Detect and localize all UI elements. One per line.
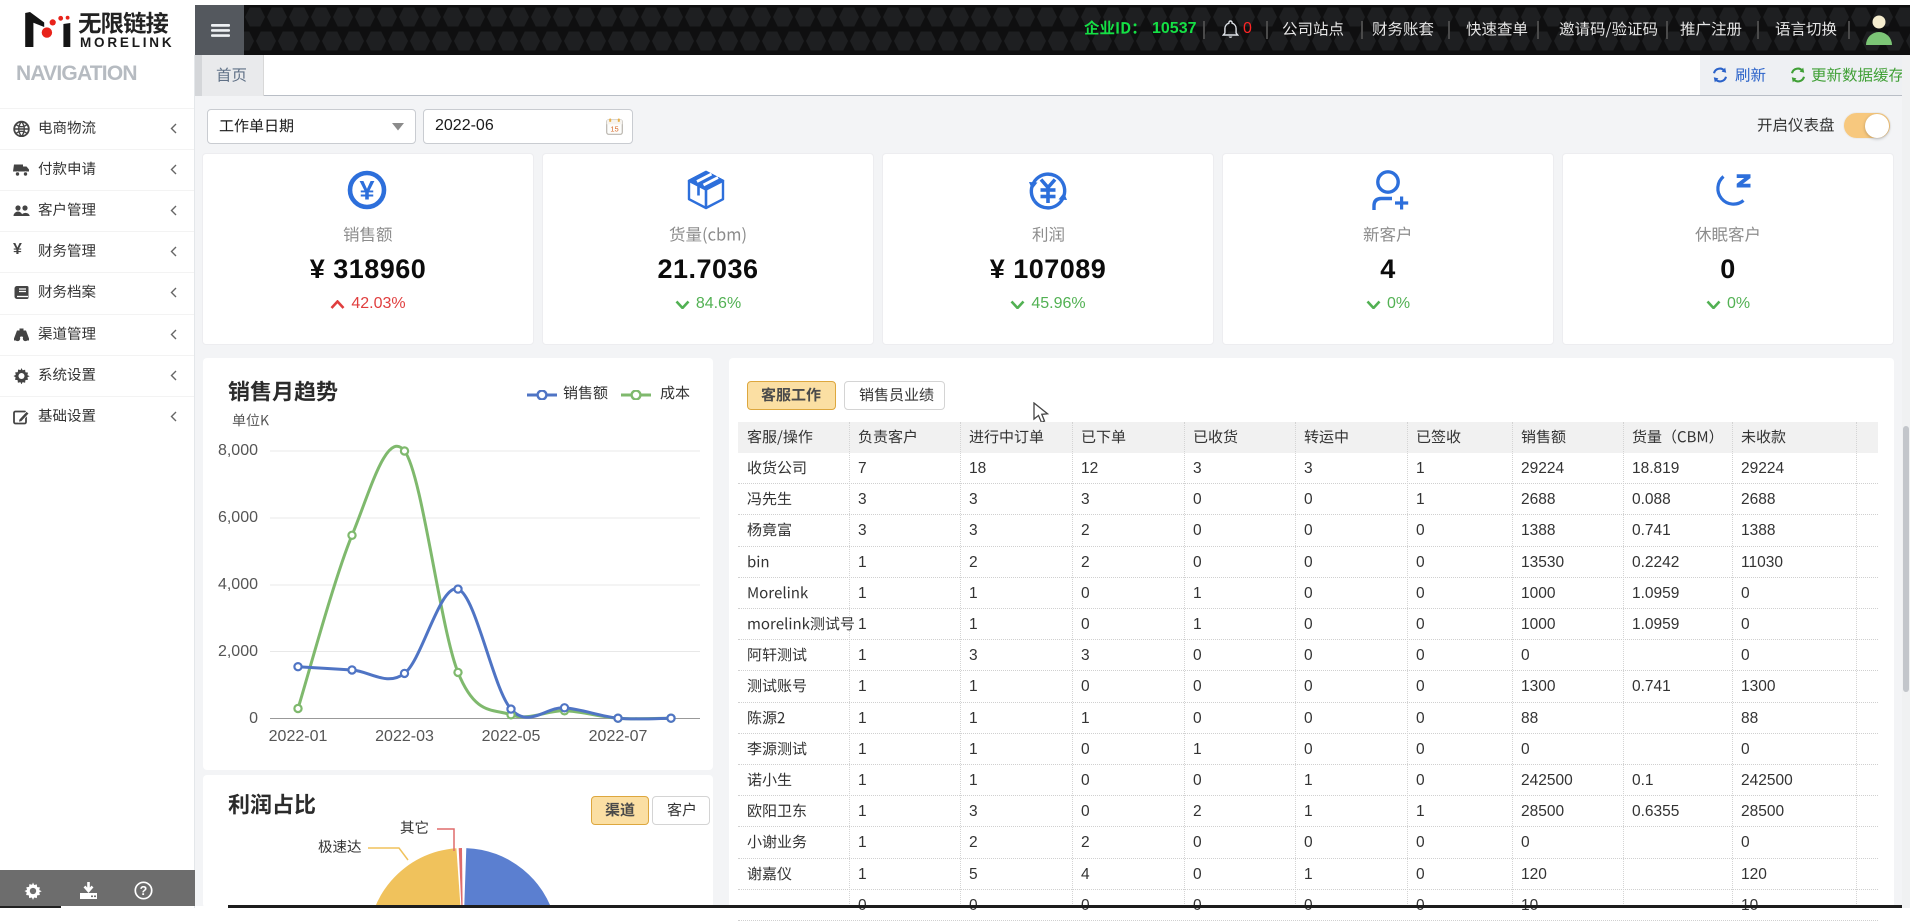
svg-text:¥: ¥ (359, 176, 374, 206)
svg-text:15: 15 (610, 125, 618, 134)
svg-text:?: ? (140, 884, 148, 898)
